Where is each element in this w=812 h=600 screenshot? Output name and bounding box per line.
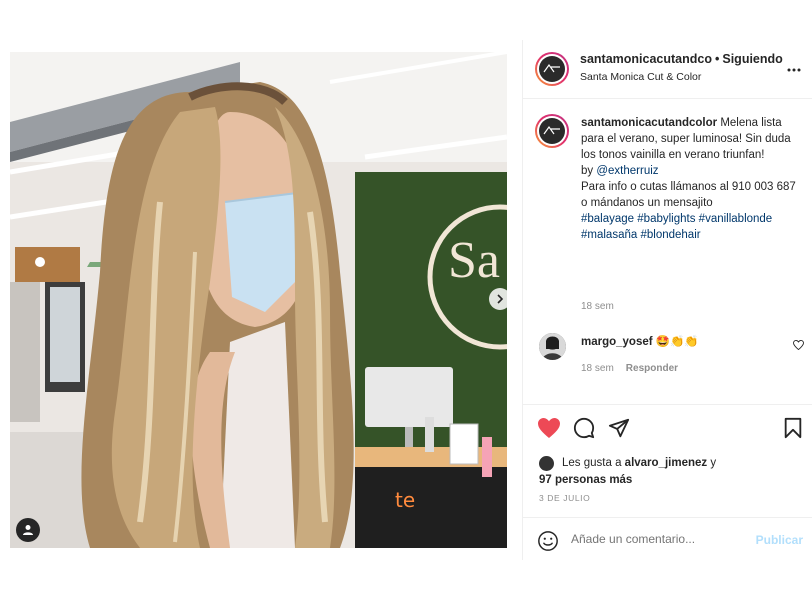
- next-photo-button[interactable]: [489, 288, 511, 310]
- heart-filled-icon: [538, 418, 560, 438]
- post-photo-illustration: Sa te: [10, 52, 507, 548]
- comment-bubble-icon: [573, 417, 595, 439]
- comment-button[interactable]: [573, 417, 595, 444]
- account-avatar[interactable]: [535, 52, 569, 86]
- avatar-photo: [539, 333, 566, 360]
- emoji-button[interactable]: [537, 530, 559, 557]
- account-logo: [539, 56, 565, 82]
- bookmark-icon: [784, 417, 802, 439]
- svg-text:Sa: Sa: [448, 232, 500, 289]
- caption-contact: Para info o cutas llámanos al 910 003 68…: [581, 181, 796, 209]
- caption-timestamp[interactable]: 18 sem: [581, 301, 614, 312]
- likes-others[interactable]: 97 personas más: [539, 474, 632, 486]
- caption-username[interactable]: santamonicacutandcolor: [581, 117, 717, 129]
- post-photo[interactable]: Sa te: [10, 52, 507, 548]
- more-options-button[interactable]: [787, 59, 801, 77]
- post-location[interactable]: Santa Monica Cut & Color: [580, 71, 701, 83]
- comment: margo_yosef 🤩👏👏: [581, 334, 699, 348]
- post-caption: santamonicacutandcolor Melena lista para…: [581, 115, 803, 243]
- comment-username[interactable]: margo_yosef: [581, 336, 653, 348]
- separator-dot: •: [714, 52, 720, 66]
- hashtag-link[interactable]: #babylights: [637, 213, 695, 225]
- smiley-icon: [538, 531, 558, 551]
- comment-like-button[interactable]: [793, 337, 804, 355]
- post-side-panel: santamonicacutandco • Siguiendo Santa Moni…: [522, 40, 812, 560]
- comments-section: santamonicacutandcolor Melena lista para…: [523, 98, 812, 404]
- account-line: santamonicacutandco • Siguiendo: [580, 52, 783, 66]
- caption-mention[interactable]: @extherruiz: [596, 165, 658, 177]
- likes-prefix: Les gusta a: [562, 457, 622, 469]
- liker-username[interactable]: alvaro_jimenez: [625, 457, 707, 469]
- instagram-post: Sa te santamonicacutandco • Siguiendo Sa…: [0, 40, 812, 560]
- share-button[interactable]: [608, 417, 630, 444]
- like-button[interactable]: [537, 417, 561, 444]
- salon-logo-icon: [542, 124, 562, 138]
- more-horizontal-icon: [787, 68, 801, 72]
- save-button[interactable]: [783, 417, 803, 444]
- caption-avatar[interactable]: [535, 114, 569, 148]
- caption-by: by: [581, 165, 594, 177]
- comment-timestamp[interactable]: 18 sem: [581, 363, 614, 374]
- svg-text:te: te: [395, 488, 415, 512]
- post-date[interactable]: 3 DE JULIO: [539, 493, 590, 503]
- post-header: santamonicacutandco • Siguiendo Santa Moni…: [523, 40, 812, 99]
- hashtag-link[interactable]: #vanillablonde: [699, 213, 773, 225]
- comment-input[interactable]: [571, 532, 751, 546]
- heart-outline-icon: [793, 339, 804, 351]
- add-comment-bar: Publicar: [523, 517, 812, 561]
- comment-avatar[interactable]: [539, 333, 566, 360]
- person-icon: [23, 525, 33, 535]
- comment-meta: 18 sem Responder: [581, 363, 678, 374]
- following-button[interactable]: Siguiendo: [722, 52, 782, 66]
- likes-and: y: [710, 457, 717, 469]
- salon-logo-icon: [542, 62, 562, 76]
- chevron-right-icon: [497, 294, 504, 304]
- hashtag-link[interactable]: #balayage: [581, 213, 634, 225]
- hashtag-link[interactable]: #blondehair: [640, 229, 700, 241]
- send-icon: [608, 418, 630, 438]
- likes-summary: Les gusta a alvaro_jimenez y 97 personas…: [539, 455, 716, 489]
- comment-text: 🤩👏👏: [655, 336, 699, 348]
- publish-button[interactable]: Publicar: [756, 533, 803, 547]
- reply-button[interactable]: Responder: [626, 363, 678, 374]
- hashtag-link[interactable]: #malasaña: [581, 229, 637, 241]
- account-name[interactable]: santamonicacutandco: [580, 52, 712, 66]
- tagged-users-button[interactable]: [16, 518, 40, 542]
- liker-avatar[interactable]: [539, 456, 554, 471]
